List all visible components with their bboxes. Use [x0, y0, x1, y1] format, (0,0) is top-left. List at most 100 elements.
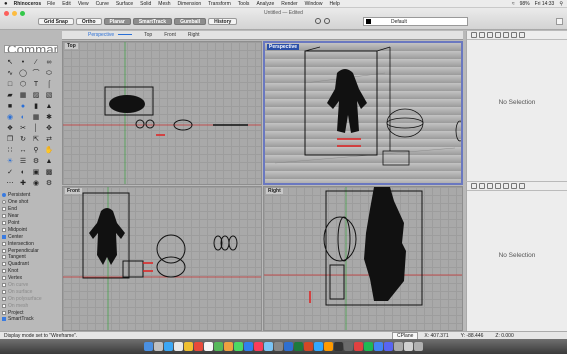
viewport-label[interactable]: Perspective: [267, 44, 300, 50]
point-icon[interactable]: •: [17, 57, 29, 67]
lock-object-icon[interactable]: ▣: [30, 167, 42, 177]
arc-icon[interactable]: ⌒: [30, 68, 42, 78]
help-icon[interactable]: [519, 183, 525, 189]
box-icon[interactable]: ■: [4, 101, 16, 111]
menu-window[interactable]: Window: [305, 1, 323, 7]
osnap-near[interactable]: Near: [2, 213, 60, 220]
menu-file[interactable]: File: [47, 1, 55, 7]
settings-icon[interactable]: [274, 342, 283, 351]
osnap-persistent[interactable]: Persistent: [2, 192, 60, 199]
spotify-icon[interactable]: [364, 342, 373, 351]
discord-icon[interactable]: [384, 342, 393, 351]
viewport-label[interactable]: Front: [65, 188, 82, 194]
text-icon[interactable]: T: [30, 79, 42, 89]
properties-icon[interactable]: ⚙: [30, 156, 42, 166]
maps-icon[interactable]: [214, 342, 223, 351]
viewport-front[interactable]: Front: [62, 186, 262, 331]
photoshop-icon[interactable]: [314, 342, 323, 351]
powerpoint-icon[interactable]: [304, 342, 313, 351]
curve-icon[interactable]: ∿: [4, 68, 16, 78]
cylinder-icon[interactable]: ▮: [30, 101, 42, 111]
osnap-intersection[interactable]: Intersection: [2, 240, 60, 247]
menu-solid[interactable]: Solid: [140, 1, 151, 7]
tab-top[interactable]: Top: [144, 32, 152, 38]
hide-icon[interactable]: ◐: [17, 167, 29, 177]
gumball-icon[interactable]: ✚: [17, 178, 29, 188]
menu-view[interactable]: View: [78, 1, 89, 7]
preview-icon[interactable]: [394, 342, 403, 351]
menu-dimension[interactable]: Dimension: [178, 1, 202, 7]
rotate-icon[interactable]: ↻: [17, 134, 29, 144]
safari-icon[interactable]: [164, 342, 173, 351]
search-icon[interactable]: ⚲: [559, 1, 563, 7]
messages-icon[interactable]: [234, 342, 243, 351]
osnap-on-curve[interactable]: On curve: [2, 282, 60, 289]
osnap-smarttrack[interactable]: SmartTrack: [2, 316, 60, 323]
viewport-right[interactable]: Right: [263, 186, 463, 331]
lights-icon[interactable]: [511, 32, 517, 38]
camera-icon[interactable]: [503, 32, 509, 38]
app-menu[interactable]: Rhinoceros: [14, 1, 42, 7]
facetime-icon[interactable]: [244, 342, 253, 351]
material-icon[interactable]: [487, 32, 493, 38]
menu-analyze[interactable]: Analyze: [256, 1, 274, 7]
gumball-toggle[interactable]: Gumball: [174, 18, 207, 25]
osnap-project[interactable]: Project: [2, 309, 60, 316]
split-icon[interactable]: │: [30, 123, 42, 133]
rhino-icon[interactable]: [344, 342, 353, 351]
mirror-icon[interactable]: ⇄: [43, 134, 55, 144]
osnap-perpendicular[interactable]: Perpendicular: [2, 247, 60, 254]
downloads-icon[interactable]: [404, 342, 413, 351]
pan-icon[interactable]: ✋: [43, 145, 55, 155]
battery-percent[interactable]: 98%: [520, 1, 530, 7]
mesh-icon[interactable]: ▦: [30, 112, 42, 122]
viewport-label[interactable]: Top: [65, 43, 78, 49]
select-icon[interactable]: ↖: [4, 57, 16, 67]
properties-icon[interactable]: [471, 183, 477, 189]
chrome-icon[interactable]: [374, 342, 383, 351]
menu-help[interactable]: Help: [329, 1, 339, 7]
copy-icon[interactable]: ❐: [4, 134, 16, 144]
menu-mesh[interactable]: Mesh: [158, 1, 170, 7]
explode-icon[interactable]: ✱: [43, 112, 55, 122]
mail-icon[interactable]: [174, 342, 183, 351]
illustrator-icon[interactable]: [324, 342, 333, 351]
menu-transform[interactable]: Transform: [208, 1, 231, 7]
circle-icon[interactable]: ◯: [17, 68, 29, 78]
wifi-icon[interactable]: ≈: [512, 1, 515, 7]
planar-toggle[interactable]: Planar: [103, 18, 131, 25]
reminders-icon[interactable]: [204, 342, 213, 351]
render-icon[interactable]: ☀: [4, 156, 16, 166]
tab-front[interactable]: Front: [164, 32, 176, 38]
surface-icon[interactable]: ▰: [4, 90, 16, 100]
display-icon[interactable]: [479, 32, 485, 38]
fillet-icon[interactable]: ⌠: [43, 79, 55, 89]
tab-perspective[interactable]: Perspective: [88, 32, 132, 38]
lights-icon[interactable]: [511, 183, 517, 189]
clock[interactable]: Fri 14:33: [535, 1, 555, 7]
excel-icon[interactable]: [294, 342, 303, 351]
help-icon[interactable]: [519, 32, 525, 38]
move-icon[interactable]: ✥: [43, 123, 55, 133]
smarttrack-toggle[interactable]: SmartTrack: [132, 18, 173, 25]
launchpad-icon[interactable]: [154, 342, 163, 351]
layers-icon[interactable]: [495, 183, 501, 189]
rectangle-icon[interactable]: □: [4, 79, 16, 89]
current-layer-select[interactable]: Default: [363, 17, 468, 26]
sphere-icon[interactable]: ●: [17, 101, 29, 111]
osnap-center[interactable]: Center: [2, 233, 60, 240]
boolean-union-icon[interactable]: ◉: [4, 112, 16, 122]
osnap-end[interactable]: End: [2, 206, 60, 213]
menu-edit[interactable]: Edit: [62, 1, 71, 7]
scale-icon[interactable]: ⇱: [30, 134, 42, 144]
word-icon[interactable]: [284, 342, 293, 351]
fullscreen-button[interactable]: [556, 18, 563, 25]
more-tools-icon[interactable]: ⋯: [4, 178, 16, 188]
osnap-point[interactable]: Point: [2, 220, 60, 227]
osnap-knot[interactable]: Knot: [2, 268, 60, 275]
zoom-extents-icon[interactable]: ⚲: [30, 145, 42, 155]
osnap-on-polysurface[interactable]: On polysurface: [2, 295, 60, 302]
osnap-midpoint[interactable]: Midpoint: [2, 226, 60, 233]
viewport-label[interactable]: Right: [266, 188, 283, 194]
history-toggle[interactable]: History: [208, 18, 238, 25]
